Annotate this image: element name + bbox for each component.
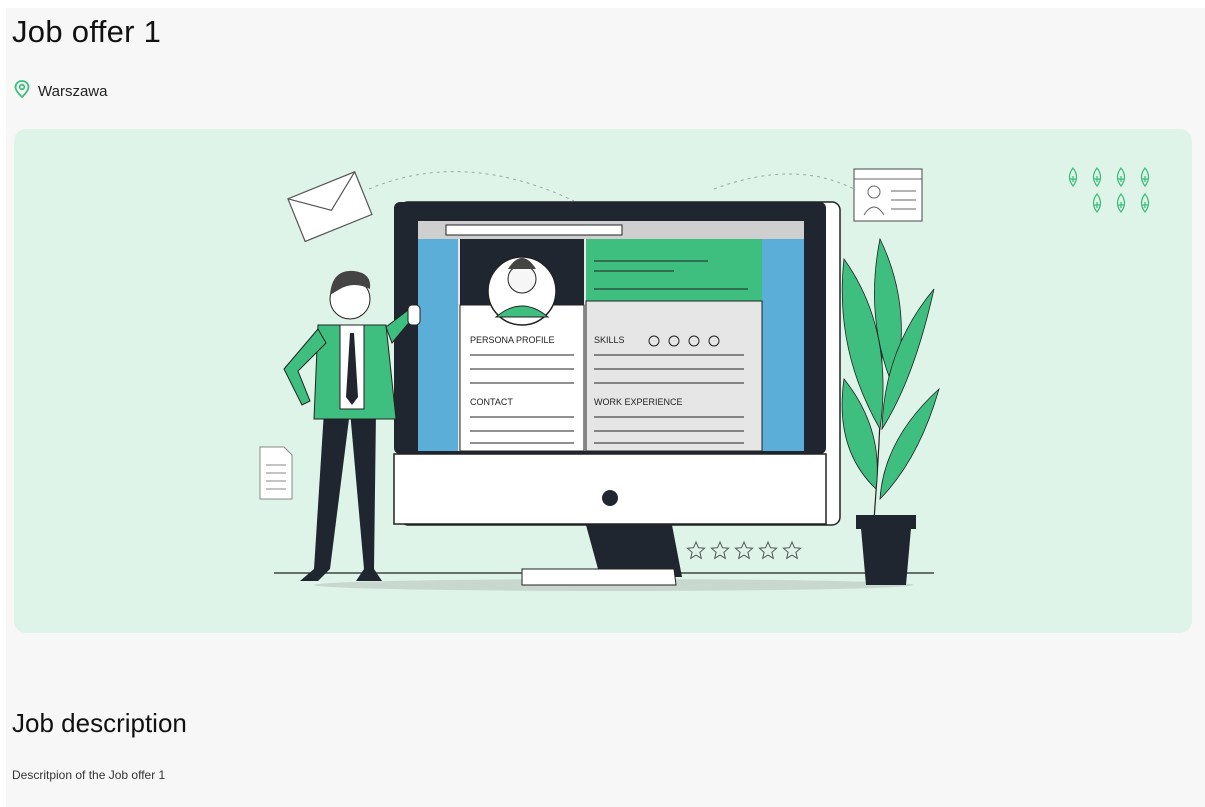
location-text: Warszawa [38,82,108,100]
star-outline-icon [734,540,754,560]
page-title: Job offer 1 [12,14,162,49]
star-outline-icon [758,540,778,560]
plant-illustration [841,237,940,585]
document-icon [259,446,293,500]
drop-pattern-icon [1068,166,1150,214]
envelope-icon [287,171,373,243]
profile-card-icon [853,168,923,222]
persona-profile-label: PERSONA PROFILE [470,335,555,345]
location-row: Warszawa [14,80,107,102]
star-outline-icon [686,540,706,560]
map-pin-icon [14,80,38,102]
rating-stars [686,540,802,560]
job-banner-illustration: PERSONA PROFILE CONTACT SKILLS WORK EXPE… [14,129,1192,633]
contact-label: CONTACT [470,397,513,407]
work-experience-label: WORK EXPERIENCE [594,397,683,407]
job-description-heading: Job description [12,708,187,738]
job-description-text: Descritpion of the Job offer 1 [12,768,166,782]
skills-label: SKILLS [594,335,625,345]
star-outline-icon [782,540,802,560]
job-offer-page: Job offer 1 Warszawa PERSONA PROFILE CON… [6,8,1205,807]
monitor-illustration: PERSONA PROFILE CONTACT SKILLS WORK EXPE… [393,201,841,586]
star-outline-icon [710,540,730,560]
